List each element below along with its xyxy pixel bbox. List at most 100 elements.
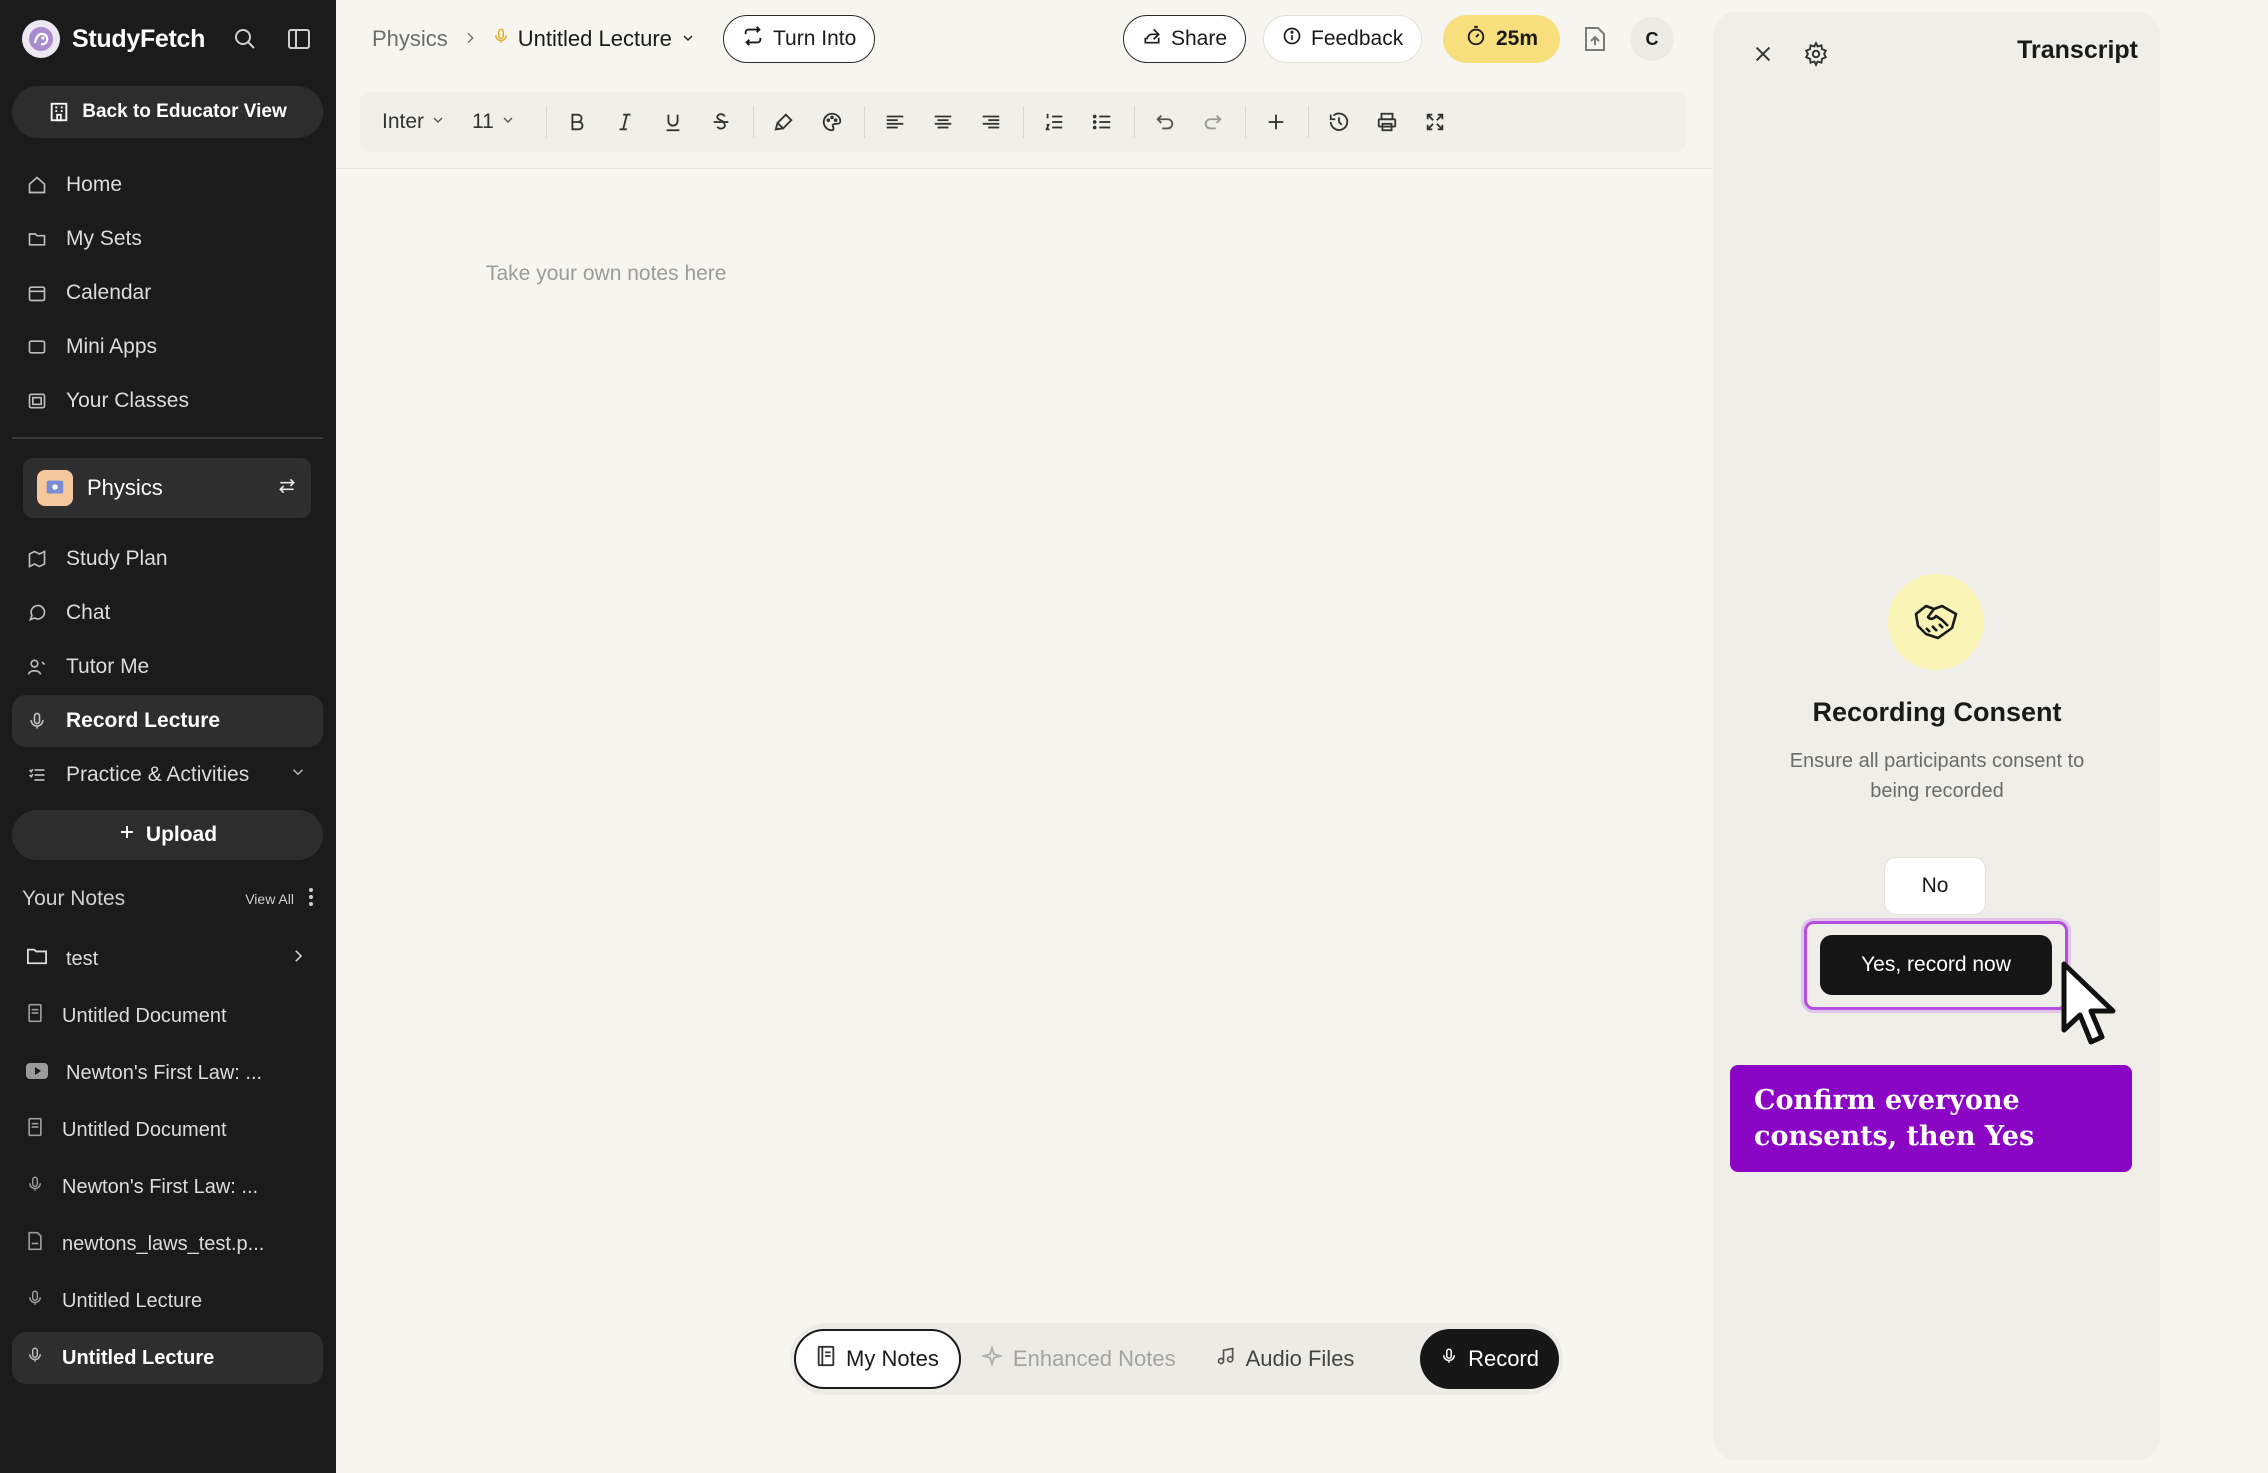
note-item-active[interactable]: Untitled Lecture [12, 1332, 323, 1384]
redo-icon[interactable] [1193, 102, 1233, 142]
fullscreen-icon[interactable] [1415, 102, 1455, 142]
record-button[interactable]: Record [1420, 1329, 1559, 1389]
insert-plus-icon[interactable] [1256, 102, 1296, 142]
your-notes-header: Your Notes View All [22, 884, 314, 914]
italic-icon[interactable] [605, 102, 645, 142]
note-item-folder[interactable]: test [12, 933, 323, 985]
mic-icon [26, 710, 48, 732]
sidebar-item-label: Home [66, 173, 123, 196]
mic-icon [1440, 1345, 1458, 1373]
home-icon [26, 174, 48, 196]
sidebar-item-record-lecture[interactable]: Record Lecture [12, 695, 323, 747]
toolbar-divider [863, 106, 865, 138]
toolbar-divider [1133, 106, 1135, 138]
palette-icon[interactable] [812, 102, 852, 142]
share-button[interactable]: Share [1123, 15, 1247, 63]
current-class-name: Physics [87, 475, 163, 500]
bold-icon[interactable] [557, 102, 597, 142]
toolbar-divider [1022, 106, 1024, 138]
font-select[interactable]: Inter [382, 110, 446, 134]
yes-record-now-button[interactable]: Yes, record now [1820, 935, 2052, 995]
highlighter-icon[interactable] [764, 102, 804, 142]
feedback-label: Feedback [1311, 27, 1404, 50]
font-select-value: Inter [382, 110, 425, 133]
note-item[interactable]: Untitled Document [12, 1104, 323, 1156]
note-label: Newton's First Law: ... [62, 1175, 259, 1198]
chevron-down-icon [430, 110, 446, 134]
no-button[interactable]: No [1884, 857, 1986, 915]
sidebar-item-practice-activities[interactable]: Practice & Activities [12, 749, 323, 801]
sidebar-item-label: My Sets [66, 227, 142, 250]
lecture-title-dropdown[interactable]: Untitled Lecture [492, 25, 696, 53]
sidebar-toggle-icon[interactable] [284, 24, 314, 54]
sidebar-item-label: Mini Apps [66, 335, 158, 358]
brand[interactable]: StudyFetch [22, 20, 205, 58]
tab-audio-files[interactable]: Audio Files [1196, 1329, 1375, 1389]
app-icon [26, 336, 48, 358]
sidebar-item-mini-apps[interactable]: Mini Apps [12, 321, 323, 373]
building-icon [51, 102, 68, 122]
history-icon[interactable] [1319, 102, 1359, 142]
sparkle-icon [980, 1344, 1004, 1373]
consent-description: Ensure all participants consent to being… [1789, 750, 2085, 802]
search-icon[interactable] [230, 24, 260, 54]
turn-into-label: Turn Into [773, 27, 857, 50]
sidebar-item-tutor-me[interactable]: Tutor Me [12, 641, 323, 693]
tutor-icon [26, 656, 48, 678]
view-all-link[interactable]: View All [245, 891, 294, 907]
sidebar-item-chat[interactable]: Chat [12, 587, 323, 639]
note-item[interactable]: Untitled Document [12, 990, 323, 1042]
numbered-list-icon[interactable] [1034, 102, 1074, 142]
toolbar-divider [1244, 106, 1246, 138]
tab-my-notes[interactable]: My Notes [794, 1329, 961, 1389]
tab-enhanced-notes[interactable]: Enhanced Notes [961, 1329, 1196, 1389]
align-right-icon[interactable] [971, 102, 1011, 142]
underline-icon[interactable] [653, 102, 693, 142]
turn-into-button[interactable]: Turn Into [723, 15, 876, 63]
panel-title: Transcript [2017, 36, 2138, 64]
gear-icon[interactable] [1800, 38, 1832, 70]
align-left-icon[interactable] [875, 102, 915, 142]
document-icon [26, 1117, 44, 1143]
consent-title: Recording Consent [1812, 697, 2062, 727]
note-item[interactable]: newtons_laws_test.p... [12, 1218, 323, 1270]
back-to-educator-button[interactable]: Back to Educator View [12, 86, 323, 138]
handshake-icon [1888, 574, 1984, 670]
mic-icon [26, 1288, 44, 1314]
align-center-icon[interactable] [923, 102, 963, 142]
mouse-cursor-icon [2061, 961, 2116, 1045]
notes-editor[interactable]: Take your own notes here [486, 262, 726, 286]
note-label: Newton's First Law: ... [66, 1061, 263, 1084]
sidebar-item-home[interactable]: Home [12, 159, 323, 211]
list-icon [26, 764, 48, 786]
feedback-button[interactable]: Feedback [1263, 15, 1423, 63]
sidebar-item-my-sets[interactable]: My Sets [12, 213, 323, 265]
font-size-select[interactable]: 11 [472, 110, 516, 134]
bullet-list-icon[interactable] [1082, 102, 1122, 142]
folder-icon [26, 228, 48, 250]
note-item[interactable]: Newton's First Law: ... [12, 1047, 323, 1099]
mic-icon [492, 25, 510, 53]
print-icon[interactable] [1367, 102, 1407, 142]
upload-button[interactable]: Upload [12, 810, 323, 860]
sidebar: StudyFetch Back to Educator View Home My… [0, 0, 336, 1473]
breadcrumb-root[interactable]: Physics [372, 26, 448, 52]
export-icon[interactable] [1580, 24, 1610, 54]
strikethrough-icon[interactable] [701, 102, 741, 142]
timer-badge[interactable]: 25m [1443, 15, 1560, 63]
close-icon[interactable] [1747, 38, 1779, 70]
sidebar-item-label: Practice & Activities [66, 763, 250, 786]
chevron-right-icon [462, 26, 478, 52]
avatar[interactable]: C [1630, 17, 1674, 61]
breadcrumb: Physics Untitled Lecture [372, 22, 696, 56]
bottom-tab-bar: My Notes Enhanced Notes Audio Files Reco… [790, 1323, 1563, 1395]
more-vertical-icon[interactable] [308, 887, 314, 912]
sidebar-item-study-plan[interactable]: Study Plan [12, 533, 323, 585]
note-item[interactable]: Newton's First Law: ... [12, 1161, 323, 1213]
sidebar-item-calendar[interactable]: Calendar [12, 267, 323, 319]
note-item[interactable]: Untitled Lecture [12, 1275, 323, 1327]
class-switcher[interactable]: Physics [23, 458, 311, 518]
sidebar-item-your-classes[interactable]: Your Classes [12, 375, 323, 427]
share-label: Share [1171, 27, 1228, 50]
undo-icon[interactable] [1145, 102, 1185, 142]
